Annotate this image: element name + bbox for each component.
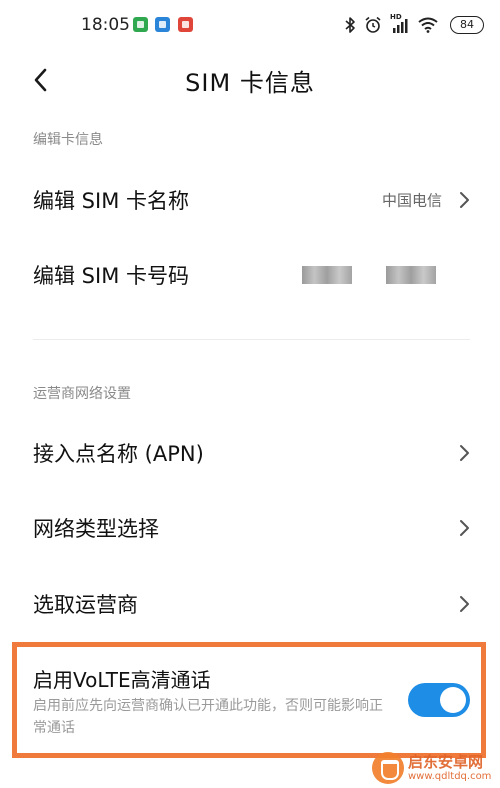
notification-red-icon: [178, 17, 193, 32]
bluetooth-icon: [345, 17, 355, 33]
watermark-text: 启东安卓网 www.qdltdq.com: [408, 752, 492, 783]
row-edit-sim-number[interactable]: 编辑 SIM 卡号码: [0, 238, 500, 312]
battery-icon: 84: [450, 16, 484, 34]
row-label: 编辑 SIM 卡名称: [33, 189, 189, 213]
masked-number-block: [302, 266, 352, 284]
volte-toggle[interactable]: [408, 683, 470, 717]
signal-icon: HD: [390, 13, 410, 34]
chevron-right-icon: [460, 520, 469, 536]
toggle-knob: [440, 687, 466, 713]
watermark-title: 启东安卓网: [408, 752, 484, 771]
watermark: 启东安卓网 www.qdltdq.com: [372, 752, 491, 784]
wifi-icon: [418, 17, 438, 33]
notification-blue-icon: [155, 17, 170, 32]
page-title: SIM 卡信息: [185, 69, 315, 97]
volte-title: 启用VoLTE高清通话: [33, 668, 211, 692]
status-time: 18:05: [81, 15, 130, 35]
chevron-right-icon: [460, 192, 469, 208]
chevron-right-icon: [460, 596, 469, 612]
row-value-carrier: 中国电信: [381, 191, 442, 210]
status-icons: HD: [344, 13, 438, 37]
row-label: 接入点名称 (APN): [33, 442, 204, 466]
alarm-icon: [365, 16, 381, 33]
section-label-carrier-network: 运营商网络设置: [33, 386, 131, 402]
chevron-right-icon: [460, 445, 469, 461]
masked-number-block: [386, 266, 436, 284]
notification-green-icon: [133, 17, 148, 32]
row-label: 编辑 SIM 卡号码: [33, 264, 189, 288]
row-edit-sim-name[interactable]: 编辑 SIM 卡名称 中国电信: [0, 163, 500, 237]
divider: [33, 339, 470, 340]
row-label: 选取运营商: [33, 593, 138, 617]
watermark-logo-icon: [372, 752, 404, 784]
row-apn[interactable]: 接入点名称 (APN): [0, 416, 500, 490]
row-network-type[interactable]: 网络类型选择: [0, 491, 500, 565]
header: SIM 卡信息: [0, 52, 500, 106]
row-label: 网络类型选择: [33, 517, 159, 541]
watermark-url: www.qdltdq.com: [408, 770, 492, 782]
status-bar: 18:05 HD 84: [0, 0, 500, 50]
row-select-carrier[interactable]: 选取运营商: [0, 567, 500, 641]
volte-description: 启用前应先向运营商确认已开通此功能，否则可能影响正常通话: [33, 698, 383, 736]
section-label-edit-card-info: 编辑卡信息: [33, 132, 103, 148]
